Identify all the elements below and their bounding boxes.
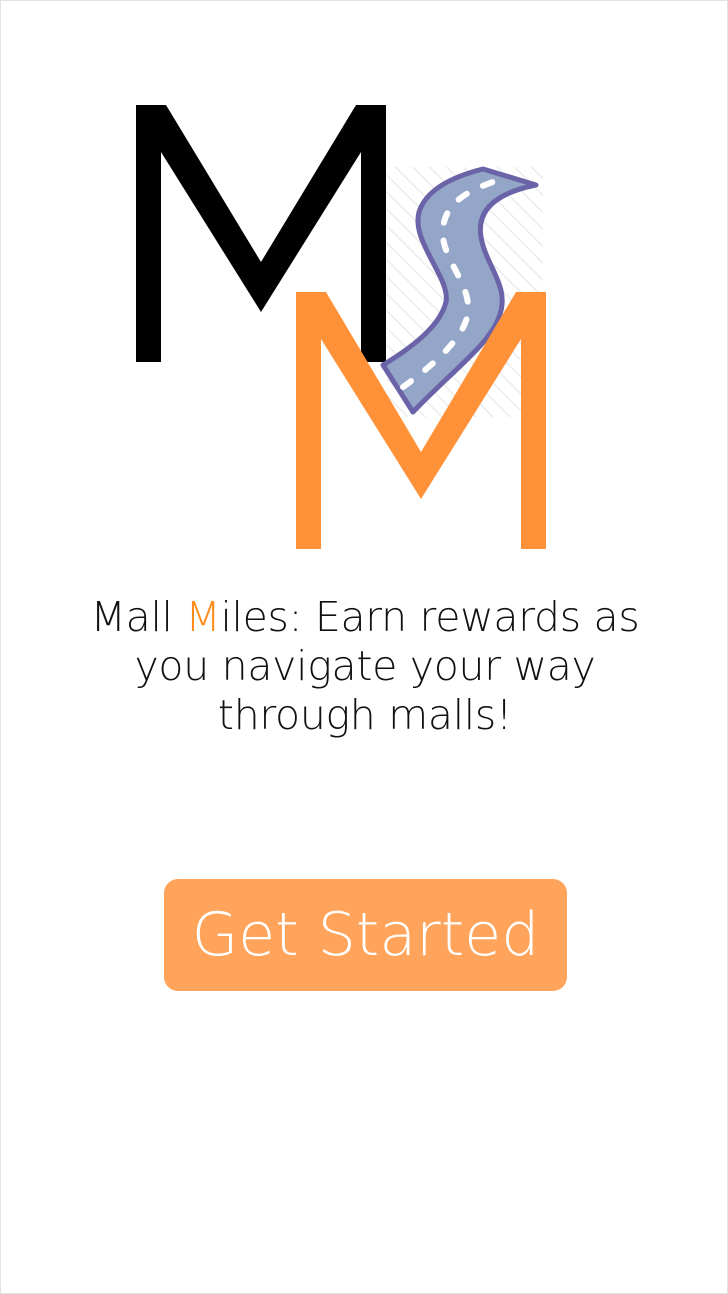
tagline-part1: Mall: [90, 593, 186, 641]
letter-m-black: [136, 105, 386, 362]
get-started-button[interactable]: Get Started: [164, 879, 567, 991]
app-screen: Mall Miles: Earn rewards as you navigate…: [0, 0, 728, 1294]
mall-miles-logo: [136, 105, 546, 549]
tagline-accent-letter: M: [185, 593, 221, 641]
tagline: Mall Miles: Earn rewards as you navigate…: [61, 593, 669, 740]
